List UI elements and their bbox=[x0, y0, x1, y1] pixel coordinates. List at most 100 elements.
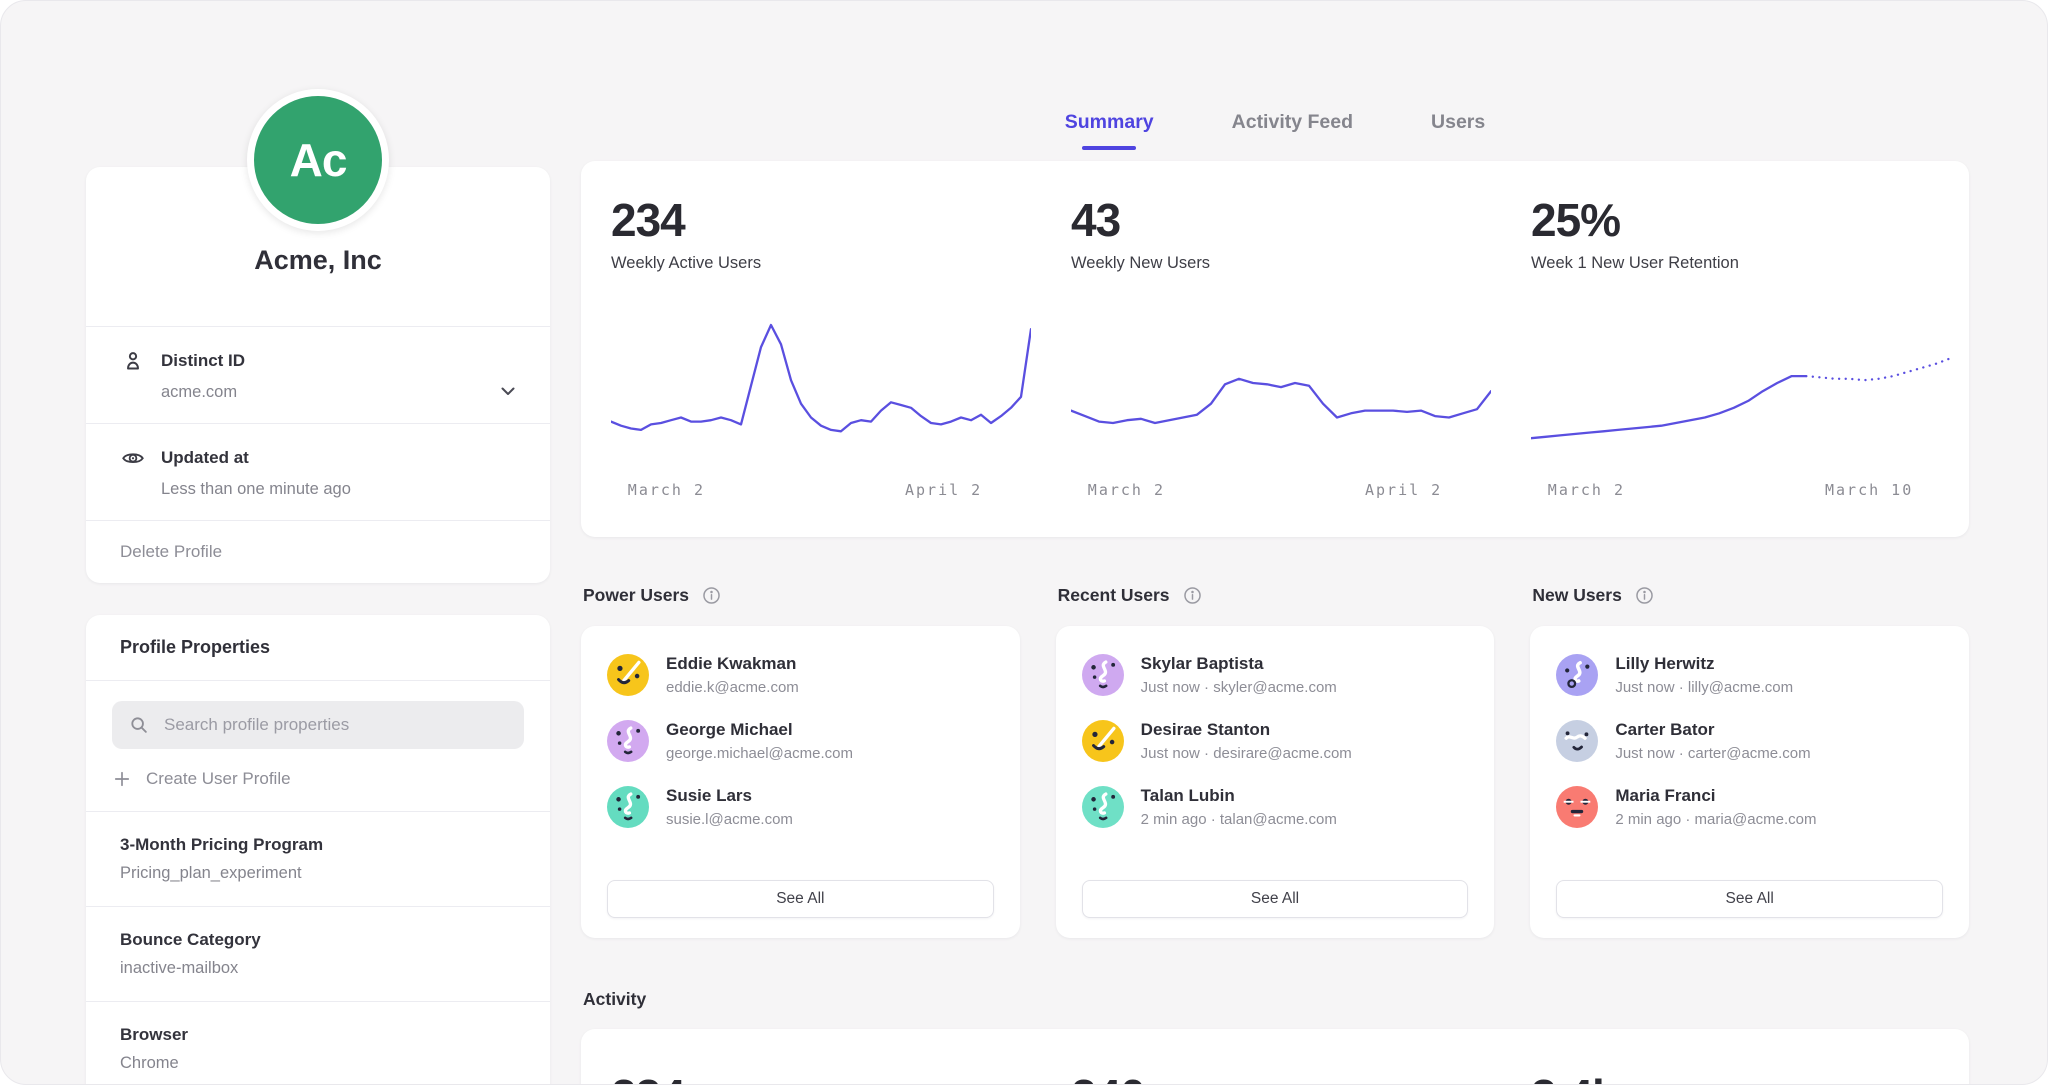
profile-sidebar: Ac Acme, Inc Distinct ID acme.com bbox=[86, 89, 550, 1085]
power-users-card: Eddie Kwakman eddie.k@acme.com George Mi… bbox=[581, 626, 1020, 938]
user-list-item[interactable]: Maria Franci 2 min ago · maria@acme.com bbox=[1556, 786, 1943, 828]
stat-value: 25% bbox=[1531, 197, 1951, 243]
property-row[interactable]: Browser Chrome bbox=[86, 1001, 550, 1085]
field-label: Distinct ID bbox=[161, 351, 245, 371]
property-value: Chrome bbox=[120, 1054, 516, 1073]
property-value: inactive-mailbox bbox=[120, 959, 516, 978]
see-all-button[interactable]: See All bbox=[607, 880, 994, 918]
person-icon bbox=[120, 348, 146, 374]
user-name: Susie Lars bbox=[666, 786, 793, 806]
user-list-item[interactable]: Eddie Kwakman eddie.k@acme.com bbox=[607, 654, 994, 696]
axis-tick: March 2 bbox=[628, 481, 705, 499]
axis-tick: March 2 bbox=[1548, 481, 1625, 499]
user-list-item[interactable]: Desirae Stanton Just now · desirare@acme… bbox=[1082, 720, 1469, 762]
user-list-item[interactable]: Susie Lars susie.l@acme.com bbox=[607, 786, 994, 828]
stat-week1-retention: 25% Week 1 New User Retention March 2 Ma… bbox=[1531, 197, 1951, 501]
user-detail: george.michael@acme.com bbox=[666, 745, 853, 762]
user-detail: 2 min ago · talan@acme.com bbox=[1141, 811, 1337, 828]
search-icon bbox=[128, 714, 150, 736]
x-axis-labels: March 2 April 2 bbox=[1071, 481, 1491, 503]
user-detail: Just now · carter@acme.com bbox=[1615, 745, 1810, 762]
axis-tick: April 2 bbox=[905, 481, 982, 499]
see-all-button[interactable]: See All bbox=[1556, 880, 1943, 918]
profile-tabs: Summary Activity Feed Users bbox=[581, 111, 1969, 150]
profile-properties-card: Profile Properties Create User Profile 3… bbox=[86, 615, 550, 1085]
sparkline-chart bbox=[611, 317, 1031, 467]
distinct-id-row: Distinct ID acme.com bbox=[86, 326, 550, 423]
user-avatar bbox=[1556, 720, 1598, 762]
tab-summary[interactable]: Summary bbox=[1059, 111, 1160, 150]
recent-users-column: Recent Users Skylar Baptista Just now · … bbox=[1056, 585, 1495, 938]
user-avatar bbox=[1556, 786, 1598, 828]
plus-icon bbox=[112, 769, 132, 789]
user-avatar bbox=[607, 786, 649, 828]
company-avatar-initials: Ac bbox=[290, 133, 347, 187]
user-list-item[interactable]: Talan Lubin 2 min ago · talan@acme.com bbox=[1082, 786, 1469, 828]
profile-properties-search bbox=[112, 701, 524, 749]
property-row[interactable]: 3-Month Pricing Program Pricing_plan_exp… bbox=[86, 811, 550, 906]
stat-label: Weekly Active Users bbox=[611, 254, 1031, 273]
user-list-item[interactable]: Skylar Baptista Just now · skyler@acme.c… bbox=[1082, 654, 1469, 696]
tab-activity-feed[interactable]: Activity Feed bbox=[1226, 111, 1359, 150]
property-name: 3-Month Pricing Program bbox=[120, 835, 516, 855]
create-user-profile-button[interactable]: Create User Profile bbox=[112, 769, 524, 789]
tab-users[interactable]: Users bbox=[1425, 111, 1491, 150]
activity-card: 234 240 3.4k bbox=[581, 1029, 1969, 1085]
user-avatar bbox=[1082, 654, 1124, 696]
list-title: Power Users bbox=[583, 585, 689, 606]
company-avatar: Ac bbox=[247, 89, 389, 231]
property-value: Pricing_plan_experiment bbox=[120, 864, 516, 883]
user-detail: eddie.k@acme.com bbox=[666, 679, 799, 696]
user-avatar bbox=[1082, 720, 1124, 762]
stat-weekly-active-users: 234 Weekly Active Users March 2 April 2 bbox=[611, 197, 1031, 501]
user-avatar bbox=[1082, 786, 1124, 828]
stat-weekly-new-users: 43 Weekly New Users March 2 April 2 bbox=[1071, 197, 1491, 501]
info-icon[interactable] bbox=[1634, 585, 1655, 606]
property-name: Browser bbox=[120, 1025, 516, 1045]
user-detail: Just now · skyler@acme.com bbox=[1141, 679, 1337, 696]
property-row[interactable]: Bounce Category inactive-mailbox bbox=[86, 906, 550, 1001]
app-frame: Ac Acme, Inc Distinct ID acme.com bbox=[0, 0, 2048, 1085]
chevron-down-icon[interactable] bbox=[496, 379, 520, 403]
user-detail: 2 min ago · maria@acme.com bbox=[1615, 811, 1816, 828]
create-user-profile-label: Create User Profile bbox=[146, 769, 291, 789]
x-axis-labels: March 2 March 10 bbox=[1531, 481, 1951, 503]
user-list-item[interactable]: George Michael george.michael@acme.com bbox=[607, 720, 994, 762]
info-icon[interactable] bbox=[701, 585, 722, 606]
user-detail: Just now · desirare@acme.com bbox=[1141, 745, 1352, 762]
field-value: Less than one minute ago bbox=[161, 480, 516, 499]
user-avatar bbox=[1556, 654, 1598, 696]
stat-value: 234 bbox=[611, 197, 1031, 243]
profile-properties-title: Profile Properties bbox=[86, 615, 550, 680]
see-all-button[interactable]: See All bbox=[1082, 880, 1469, 918]
activity-metric: 234 bbox=[611, 1069, 1031, 1085]
field-value: acme.com bbox=[161, 383, 516, 402]
user-name: Skylar Baptista bbox=[1141, 654, 1337, 674]
summary-stats-card: 234 Weekly Active Users March 2 April 2 … bbox=[581, 161, 1969, 537]
recent-users-card: Skylar Baptista Just now · skyler@acme.c… bbox=[1056, 626, 1495, 938]
new-users-card: Lilly Herwitz Just now · lilly@acme.com … bbox=[1530, 626, 1969, 938]
user-detail: susie.l@acme.com bbox=[666, 811, 793, 828]
list-title: New Users bbox=[1532, 585, 1622, 606]
user-avatar bbox=[607, 654, 649, 696]
user-list-item[interactable]: Lilly Herwitz Just now · lilly@acme.com bbox=[1556, 654, 1943, 696]
user-name: Lilly Herwitz bbox=[1615, 654, 1793, 674]
axis-tick: March 10 bbox=[1825, 481, 1913, 499]
eye-icon bbox=[120, 445, 146, 471]
user-name: George Michael bbox=[666, 720, 853, 740]
activity-section-title: Activity bbox=[583, 989, 646, 1010]
user-name: Carter Bator bbox=[1615, 720, 1810, 740]
new-users-column: New Users Lilly Herwitz Just now · lilly… bbox=[1530, 585, 1969, 938]
user-detail: Just now · lilly@acme.com bbox=[1615, 679, 1793, 696]
power-users-column: Power Users Eddie Kwakman eddie.k@acme.c… bbox=[581, 585, 1020, 938]
sparkline-chart bbox=[1531, 317, 1951, 467]
delete-profile-button[interactable]: Delete Profile bbox=[86, 520, 550, 583]
search-input[interactable] bbox=[162, 714, 508, 736]
stat-label: Weekly New Users bbox=[1071, 254, 1491, 273]
axis-tick: March 2 bbox=[1088, 481, 1165, 499]
user-list-item[interactable]: Carter Bator Just now · carter@acme.com bbox=[1556, 720, 1943, 762]
info-icon[interactable] bbox=[1182, 585, 1203, 606]
property-name: Bounce Category bbox=[120, 930, 516, 950]
list-title: Recent Users bbox=[1058, 585, 1170, 606]
user-avatar bbox=[607, 720, 649, 762]
